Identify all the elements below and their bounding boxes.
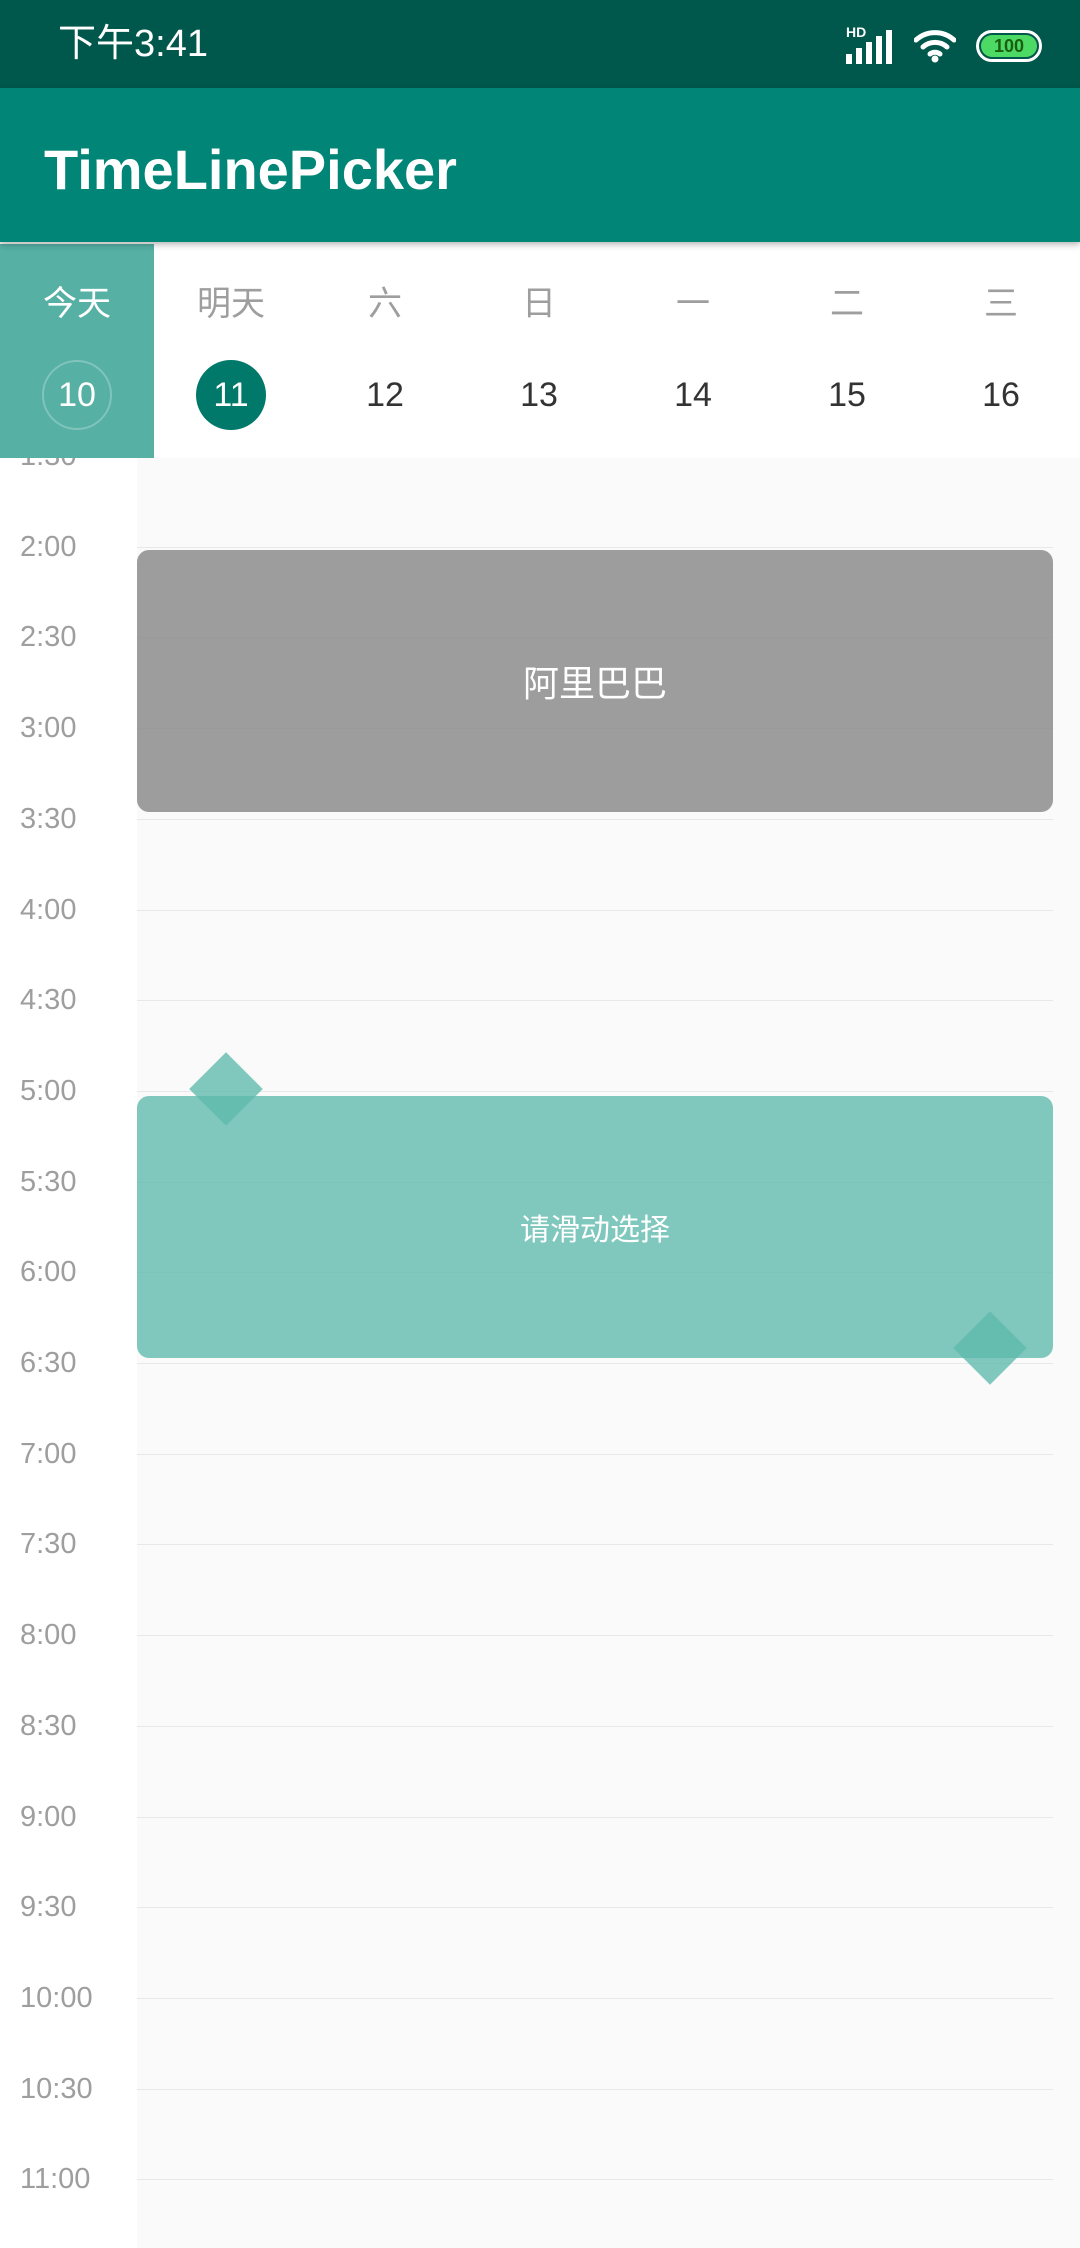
time-label: 5:00 (20, 1074, 77, 1107)
network-type-label: HD (846, 24, 867, 40)
time-label: 11:00 (20, 2163, 91, 2196)
day-monday[interactable]: 一 14 (616, 244, 770, 458)
time-label: 4:00 (20, 893, 77, 926)
picker-selection-block[interactable]: 请滑动选择 (137, 1096, 1053, 1358)
day-date: 14 (674, 375, 712, 414)
day-name: 一 (676, 285, 710, 323)
grid-line (137, 1635, 1053, 1637)
time-label: 2:30 (20, 621, 77, 654)
time-label: 6:00 (20, 1256, 77, 1289)
status-icons: HD 100 (846, 24, 1042, 66)
grid-line (137, 1725, 1053, 1727)
week-strip: 今天 10 明天 11 六 12 日 13 一 14 二 15 三 16 (0, 244, 1080, 458)
cell-signal-icon: HD (846, 24, 894, 64)
time-label: 10:30 (20, 2072, 93, 2105)
grid-line (137, 1544, 1053, 1546)
day-name: 今天 (43, 285, 111, 323)
status-time: 下午3:41 (58, 23, 208, 65)
taken-event-label: 阿里巴巴 (522, 663, 667, 704)
grid-line (137, 1997, 1053, 1999)
day-tuesday[interactable]: 二 15 (770, 244, 924, 458)
day-date: 10 (42, 360, 112, 430)
time-label: 9:00 (20, 1800, 77, 1833)
grid-line (137, 1907, 1053, 1909)
time-label: 9:30 (20, 1891, 77, 1924)
picker-selection-label: 请滑动选择 (520, 1214, 670, 1247)
time-label: 8:30 (20, 1709, 77, 1742)
time-label: 10:00 (20, 1981, 93, 2014)
battery-level: 100 (981, 35, 1037, 57)
taken-event-block: 阿里巴巴 (137, 550, 1053, 812)
app-bar: TimeLinePicker (0, 88, 1080, 242)
time-label: 4:30 (20, 984, 77, 1017)
day-tomorrow[interactable]: 明天 11 (154, 244, 308, 458)
battery-icon: 100 (976, 30, 1042, 62)
day-saturday[interactable]: 六 12 (308, 244, 462, 458)
time-label: 7:30 (20, 1528, 77, 1561)
day-today[interactable]: 今天 10 (0, 244, 154, 458)
day-date: 11 (196, 360, 266, 430)
timeline-scroll[interactable]: 阿里巴巴 请滑动选择 1:30 2:00 2:30 3:00 3:30 4:00 4:30 5… (0, 458, 1080, 2248)
time-label: 5:30 (20, 1165, 77, 1198)
grid-line (137, 1453, 1053, 1455)
day-date: 16 (982, 375, 1020, 414)
status-bar: 下午3:41 HD 100 (0, 0, 1080, 88)
day-name: 三 (984, 285, 1018, 323)
app-title: TimeLinePicker (44, 138, 457, 201)
grid-line (137, 1363, 1053, 1364)
day-wednesday[interactable]: 三 16 (924, 244, 1078, 458)
grid-line (137, 2179, 1053, 2181)
grid-line (137, 1000, 1053, 1002)
day-sunday[interactable]: 日 13 (462, 244, 616, 458)
time-label: 8:00 (20, 1619, 77, 1652)
day-name: 二 (830, 285, 864, 323)
time-label: 3:00 (20, 712, 77, 745)
time-label: 2:00 (20, 530, 77, 563)
grid-line (137, 1090, 1053, 1092)
time-label: 1:30 (20, 458, 76, 472)
day-name: 日 (522, 285, 556, 323)
day-name: 六 (368, 285, 402, 323)
grid-line (137, 1816, 1053, 1818)
day-date: 13 (520, 375, 558, 414)
grid-line (137, 546, 1053, 548)
day-name: 明天 (197, 285, 265, 323)
grid-line (137, 2088, 1053, 2090)
time-label: 6:30 (20, 1347, 77, 1379)
day-date: 12 (366, 375, 404, 414)
grid-line (137, 909, 1053, 911)
day-date: 15 (828, 375, 866, 414)
grid-line (137, 818, 1053, 820)
time-label: 7:00 (20, 1437, 77, 1470)
wifi-icon (914, 30, 956, 63)
time-label: 3:30 (20, 802, 77, 835)
